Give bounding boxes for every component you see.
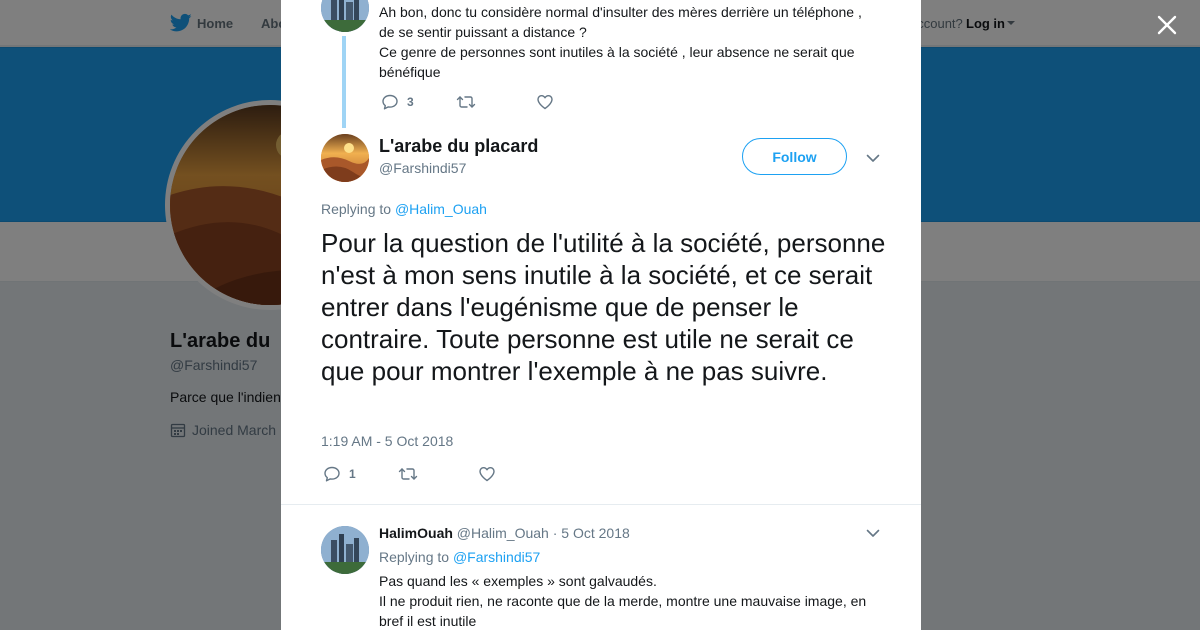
- desert-avatar-image: [321, 134, 369, 182]
- previous-tweet-line: Ah bon, donc tu considère normal d'insul…: [379, 4, 862, 40]
- reply-tweet-avatar[interactable]: [321, 526, 369, 574]
- city-avatar-image: [321, 0, 369, 32]
- reply-author-name[interactable]: HalimOuah: [379, 525, 453, 541]
- previous-tweet-text: Ah bon, donc tu considère normal d'insul…: [379, 2, 879, 82]
- thread-connector-line: [342, 36, 346, 128]
- main-tweet-text: Pour la question de l'utilité à la socié…: [321, 228, 886, 386]
- retweet-button[interactable]: [398, 465, 418, 483]
- chevron-down-icon[interactable]: [865, 525, 881, 541]
- reply-button[interactable]: 1: [323, 465, 356, 483]
- retweet-icon: [398, 468, 417, 480]
- retweet-icon: [456, 96, 475, 108]
- main-tweet-timestamp[interactable]: 1:19 AM - 5 Oct 2018: [321, 433, 453, 449]
- close-icon[interactable]: [1154, 12, 1180, 38]
- reply-count: 3: [407, 95, 414, 109]
- reply-button[interactable]: 3: [381, 93, 414, 111]
- reply-tweet-text: Pas quand les « exemples » sont galvaudé…: [379, 571, 879, 630]
- replying-to-handle-link[interactable]: @Halim_Ouah: [395, 201, 487, 217]
- previous-tweet-line: Ce genre de personnes sont inutiles à la…: [379, 44, 855, 80]
- divider: [281, 504, 921, 505]
- heart-icon: [478, 467, 495, 482]
- heart-icon: [536, 95, 553, 110]
- retweet-button[interactable]: [456, 93, 476, 111]
- city-avatar-image: [321, 526, 369, 574]
- main-tweet-actions: 1: [323, 465, 496, 483]
- previous-tweet-avatar[interactable]: [321, 0, 369, 32]
- reply-tweet-line: Pas quand les « exemples » sont galvaudé…: [379, 573, 657, 589]
- main-tweet-avatar[interactable]: [321, 134, 369, 182]
- reply-icon: [324, 466, 340, 482]
- chevron-down-icon[interactable]: [865, 150, 881, 166]
- main-tweet-author-handle[interactable]: @Farshindi57: [379, 160, 466, 176]
- like-button[interactable]: [536, 93, 554, 111]
- reply-tweet-header: HalimOuah @Halim_Ouah · 5 Oct 2018: [379, 525, 630, 541]
- replying-to-label: Replying to: [379, 549, 450, 565]
- previous-tweet-actions: 3: [381, 93, 554, 111]
- main-tweet-replying-to: Replying to @Halim_Ouah: [321, 201, 487, 217]
- reply-tweet-replying-to: Replying to @Farshindi57: [379, 549, 540, 565]
- reply-author-handle[interactable]: @Halim_Ouah: [457, 525, 549, 541]
- reply-tweet-line: Il ne produit rien, ne raconte que de la…: [379, 593, 867, 629]
- reply-count: 1: [349, 467, 356, 481]
- follow-button[interactable]: Follow: [742, 138, 847, 175]
- reply-date[interactable]: · 5 Oct 2018: [553, 525, 630, 541]
- reply-icon: [382, 94, 398, 110]
- tweet-permalink-modal: Ah bon, donc tu considère normal d'insul…: [281, 0, 921, 630]
- replying-to-handle-link[interactable]: @Farshindi57: [453, 549, 540, 565]
- replying-to-label: Replying to: [321, 201, 392, 217]
- main-tweet-author-name[interactable]: L'arabe du placard: [379, 136, 538, 157]
- like-button[interactable]: [478, 465, 496, 483]
